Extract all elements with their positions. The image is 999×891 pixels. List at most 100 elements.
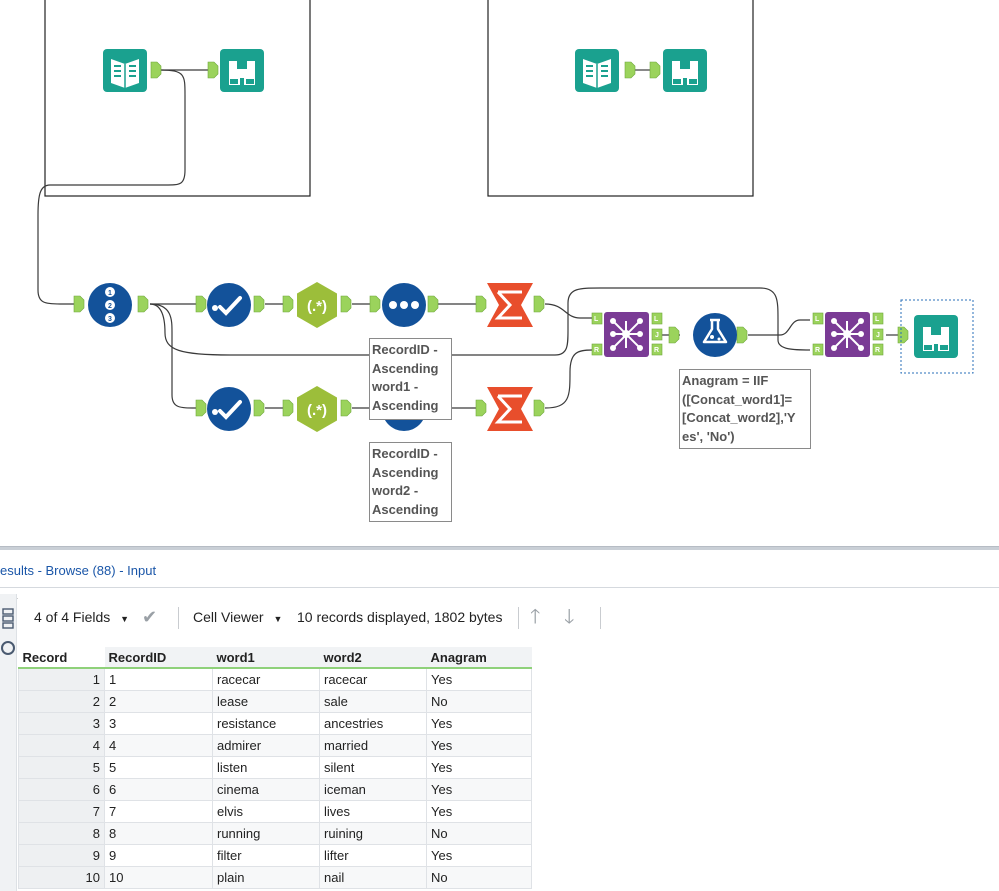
toolbar-separator [600,607,601,629]
sort-annotation: RecordID - Ascending word2 - Ascending [369,442,452,522]
table-cell[interactable]: running [212,822,320,845]
column-header-word2[interactable]: word2 [319,647,427,669]
tokenize-tool-icon[interactable] [207,283,251,327]
table-row[interactable]: 5 5 listen silent Yes [18,756,532,779]
table-cell[interactable]: listen [212,756,320,779]
regex-tool-icon[interactable]: (.*) [297,282,337,328]
table-cell[interactable]: racecar [212,667,320,691]
anchor-label: L [654,316,659,323]
row-number[interactable]: 4 [18,734,105,757]
formula-annotation: Anagram = IIF ([Concat_word1]= [Concat_w… [679,369,811,449]
browse-tool-icon[interactable] [663,49,707,92]
summarize-tool-icon[interactable] [487,283,533,327]
metadata-icon[interactable] [0,638,16,658]
summarize-tool-icon[interactable] [487,387,533,431]
table-cell[interactable]: Yes [426,800,532,823]
table-cell[interactable]: nail [319,866,427,889]
table-cell[interactable]: No [426,690,532,713]
row-number[interactable]: 5 [18,756,105,779]
table-cell[interactable]: Yes [426,756,532,779]
table-cell[interactable]: lives [319,800,427,823]
tokenize-tool-icon[interactable] [207,387,251,431]
row-number[interactable]: 7 [18,800,105,823]
sort-tool-icon[interactable] [382,283,426,327]
results-title: esults - Browse (88) - Input [0,563,157,578]
browse-tool-icon[interactable] [914,315,958,358]
toolbar-separator [178,607,179,629]
cell-viewer-dropdown[interactable]: Cell Viewer ▼ [193,602,282,632]
input-tool-icon[interactable] [575,49,619,92]
join-tool-icon[interactable] [825,312,870,357]
anchor-label: R [875,347,880,354]
fields-dropdown[interactable]: 4 of 4 Fields ▼ [34,602,129,632]
table-row[interactable]: 1 1 racecar racecar Yes [18,667,532,691]
table-cell[interactable]: plain [212,866,320,889]
table-row[interactable]: 2 2 lease sale No [18,690,532,713]
table-cell[interactable]: iceman [319,778,427,801]
row-number[interactable]: 10 [18,866,105,889]
cell-viewer-label: Cell Viewer [193,609,264,625]
results-grid: Record RecordID word1 word2 Anagram 1 1 ra… [18,647,532,889]
regex-tool-icon[interactable]: (.*) [297,386,337,432]
table-row[interactable]: 6 6 cinema iceman Yes [18,778,532,801]
table-cell[interactable]: Yes [426,734,532,757]
table-cell[interactable]: cinema [212,778,320,801]
table-cell[interactable]: 10 [104,866,213,889]
anchor-label: L [594,316,599,323]
table-cell[interactable]: No [426,866,532,889]
column-header-record[interactable]: Record [18,647,105,669]
table-cell[interactable]: lease [212,690,320,713]
recordid-tool-icon[interactable]: 1 2 3 [88,283,132,327]
browse-tool-icon[interactable] [220,49,264,92]
table-row[interactable]: 3 3 resistance ancestries Yes [18,712,532,735]
arrow-down-icon[interactable]: 🡓 [564,602,574,632]
table-cell[interactable]: 1 [104,667,213,691]
table-cell[interactable]: 6 [104,778,213,801]
row-number[interactable]: 8 [18,822,105,845]
row-number[interactable]: 6 [18,778,105,801]
table-cell[interactable]: elvis [212,800,320,823]
row-number[interactable]: 9 [18,844,105,867]
table-cell[interactable]: 8 [104,822,213,845]
table-row[interactable]: 10 10 plain nail No [18,866,532,889]
column-header-word1[interactable]: word1 [212,647,320,669]
table-cell[interactable]: No [426,822,532,845]
row-number[interactable]: 1 [18,667,105,691]
table-cell[interactable]: ancestries [319,712,427,735]
input-tool-icon[interactable] [103,49,147,92]
table-cell[interactable]: 3 [104,712,213,735]
column-header-anagram[interactable]: Anagram [426,647,532,669]
row-number[interactable]: 2 [18,690,105,713]
formula-tool-icon[interactable] [693,313,737,357]
table-cell[interactable]: Yes [426,667,532,691]
table-cell[interactable]: lifter [319,844,427,867]
table-row[interactable]: 9 9 filter lifter Yes [18,844,532,867]
join-tool-icon[interactable] [604,312,649,357]
table-cell[interactable]: married [319,734,427,757]
row-number[interactable]: 3 [18,712,105,735]
table-cell[interactable]: silent [319,756,427,779]
check-icon[interactable]: ✔ [142,602,157,632]
arrow-up-icon[interactable]: 🡑 [530,602,540,632]
table-cell[interactable]: Yes [426,712,532,735]
column-header-recordid[interactable]: RecordID [104,647,213,669]
table-cell[interactable]: admirer [212,734,320,757]
table-row[interactable]: 7 7 elvis lives Yes [18,800,532,823]
table-cell[interactable]: resistance [212,712,320,735]
table-cell[interactable]: Yes [426,778,532,801]
table-cell[interactable]: 7 [104,800,213,823]
svg-text:3: 3 [108,316,112,323]
table-row[interactable]: 4 4 admirer married Yes [18,734,532,757]
table-cell[interactable]: ruining [319,822,427,845]
table-cell[interactable]: filter [212,844,320,867]
table-cell[interactable]: sale [319,690,427,713]
table-cell[interactable]: Yes [426,844,532,867]
results-side-strip [0,594,17,891]
table-cell[interactable]: 2 [104,690,213,713]
table-row[interactable]: 8 8 running ruining No [18,822,532,845]
table-cell[interactable]: 9 [104,844,213,867]
table-cell[interactable]: 5 [104,756,213,779]
workflow-canvas[interactable]: L R L J R L R L J R 1 2 3 (.*) (.*) Reco… [0,0,999,546]
table-cell[interactable]: racecar [319,667,427,691]
table-cell[interactable]: 4 [104,734,213,757]
